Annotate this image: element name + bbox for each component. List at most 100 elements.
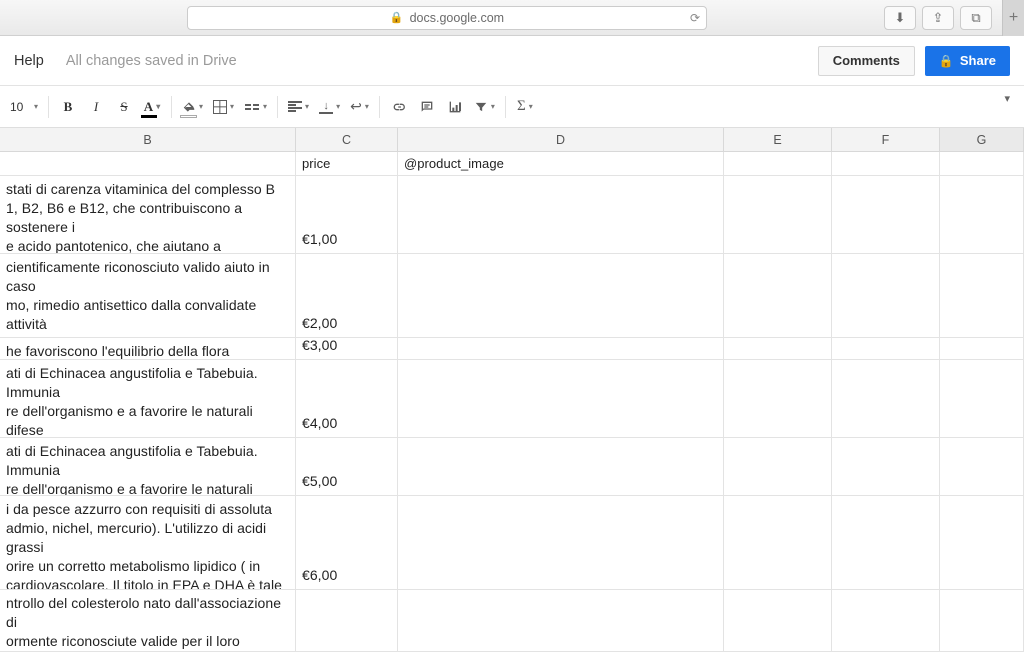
column-header-G[interactable]: G bbox=[940, 128, 1024, 151]
text-color-button[interactable]: A bbox=[139, 94, 165, 120]
lock-icon: 🔒 bbox=[939, 54, 954, 68]
cell-F[interactable] bbox=[832, 254, 940, 337]
text-wrap-button[interactable]: ↩ bbox=[346, 94, 373, 120]
align-left-icon bbox=[288, 101, 302, 113]
table-row: stati di carenza vitaminica del compless… bbox=[0, 176, 1024, 254]
cell-D[interactable]: @product_image bbox=[398, 152, 724, 175]
cell-C[interactable] bbox=[296, 590, 398, 651]
vertical-align-button[interactable] bbox=[315, 94, 344, 120]
cell-B[interactable]: stati di carenza vitaminica del compless… bbox=[0, 176, 296, 253]
table-row: price@product_image bbox=[0, 152, 1024, 176]
tab-overview-button[interactable]: ⧉ bbox=[960, 6, 992, 30]
bold-button[interactable]: B bbox=[55, 94, 81, 120]
cell-D[interactable] bbox=[398, 176, 724, 253]
cell-B[interactable]: ati di Echinacea angustifolia e Tabebuia… bbox=[0, 360, 296, 437]
cell-G[interactable] bbox=[940, 176, 1024, 253]
download-icon: ⬇ bbox=[895, 10, 906, 26]
cell-G[interactable] bbox=[940, 360, 1024, 437]
column-header-E[interactable]: E bbox=[724, 128, 832, 151]
table-row: ati di Echinacea angustifolia e Tabebuia… bbox=[0, 360, 1024, 438]
cell-text: stati di carenza vitaminica del compless… bbox=[6, 180, 289, 253]
cell-F[interactable] bbox=[832, 338, 940, 359]
fill-color-button[interactable] bbox=[178, 94, 207, 120]
filter-button[interactable] bbox=[470, 94, 499, 120]
cell-D[interactable] bbox=[398, 338, 724, 359]
cell-G[interactable] bbox=[940, 254, 1024, 337]
column-header-F[interactable]: F bbox=[832, 128, 940, 151]
cell-C[interactable]: €5,00 bbox=[296, 438, 398, 495]
borders-button[interactable] bbox=[209, 94, 238, 120]
cell-B[interactable]: he favoriscono l'equilibrio della flora … bbox=[0, 338, 296, 359]
cell-text: i da pesce azzurro con requisiti di asso… bbox=[6, 500, 289, 589]
cell-B[interactable]: cientificamente riconosciuto valido aiut… bbox=[0, 254, 296, 337]
insert-chart-button[interactable] bbox=[442, 94, 468, 120]
collapse-menus-icon[interactable]: ▾ bbox=[1004, 92, 1010, 105]
cell-B[interactable]: i da pesce azzurro con requisiti di asso… bbox=[0, 496, 296, 589]
cell-B[interactable] bbox=[0, 152, 296, 175]
column-header-D[interactable]: D bbox=[398, 128, 724, 151]
cell-F[interactable] bbox=[832, 152, 940, 175]
cell-F[interactable] bbox=[832, 176, 940, 253]
cell-C[interactable]: €1,00 bbox=[296, 176, 398, 253]
cell-E[interactable] bbox=[724, 338, 832, 359]
cell-text: €5,00 bbox=[302, 472, 337, 491]
cell-F[interactable] bbox=[832, 590, 940, 651]
help-menu[interactable]: Help bbox=[14, 53, 44, 69]
cell-C[interactable]: price bbox=[296, 152, 398, 175]
cell-G[interactable] bbox=[940, 438, 1024, 495]
table-row: ntrollo del colesterolo nato dall'associ… bbox=[0, 590, 1024, 652]
cell-D[interactable] bbox=[398, 496, 724, 589]
cell-D[interactable] bbox=[398, 360, 724, 437]
share-sheet-button[interactable]: ⇪ bbox=[922, 6, 954, 30]
column-header-row: B C D E F G bbox=[0, 128, 1024, 152]
cell-F[interactable] bbox=[832, 360, 940, 437]
cell-B[interactable]: ntrollo del colesterolo nato dall'associ… bbox=[0, 590, 296, 651]
cell-E[interactable] bbox=[724, 176, 832, 253]
table-row: he favoriscono l'equilibrio della flora … bbox=[0, 338, 1024, 360]
functions-button[interactable]: Σ bbox=[512, 94, 538, 120]
horizontal-align-button[interactable] bbox=[284, 94, 313, 120]
downloads-button[interactable]: ⬇ bbox=[884, 6, 916, 30]
cell-C[interactable]: €4,00 bbox=[296, 360, 398, 437]
column-header-B[interactable]: B bbox=[0, 128, 296, 151]
cell-E[interactable] bbox=[724, 360, 832, 437]
cell-E[interactable] bbox=[724, 496, 832, 589]
cell-G[interactable] bbox=[940, 496, 1024, 589]
tabs-icon: ⧉ bbox=[971, 10, 980, 26]
cell-D[interactable] bbox=[398, 254, 724, 337]
cell-text: €4,00 bbox=[302, 414, 337, 433]
cell-F[interactable] bbox=[832, 438, 940, 495]
cell-C[interactable]: €6,00 bbox=[296, 496, 398, 589]
cell-F[interactable] bbox=[832, 496, 940, 589]
cell-E[interactable] bbox=[724, 590, 832, 651]
reload-icon[interactable]: ⟳ bbox=[690, 11, 700, 25]
comments-button[interactable]: Comments bbox=[818, 46, 915, 76]
font-size-select[interactable]: 10 bbox=[6, 94, 42, 120]
cell-E[interactable] bbox=[724, 438, 832, 495]
column-header-C[interactable]: C bbox=[296, 128, 398, 151]
cell-G[interactable] bbox=[940, 590, 1024, 651]
table-row: cientificamente riconosciuto valido aiut… bbox=[0, 254, 1024, 338]
cell-C[interactable]: €3,00 bbox=[296, 338, 398, 359]
cell-D[interactable] bbox=[398, 438, 724, 495]
insert-comment-button[interactable] bbox=[414, 94, 440, 120]
cell-text: €6,00 bbox=[302, 566, 337, 585]
cell-E[interactable] bbox=[724, 254, 832, 337]
strikethrough-button[interactable]: S bbox=[111, 94, 137, 120]
paint-bucket-icon bbox=[182, 100, 196, 114]
cell-E[interactable] bbox=[724, 152, 832, 175]
spreadsheet-grid[interactable]: B C D E F G price@product_image stati di… bbox=[0, 128, 1024, 658]
cell-C[interactable]: €2,00 bbox=[296, 254, 398, 337]
cell-B[interactable]: ati di Echinacea angustifolia e Tabebuia… bbox=[0, 438, 296, 495]
insert-link-button[interactable] bbox=[386, 94, 412, 120]
italic-button[interactable]: I bbox=[83, 94, 109, 120]
share-button[interactable]: 🔒 Share bbox=[925, 46, 1010, 76]
link-icon bbox=[391, 99, 407, 115]
cell-G[interactable] bbox=[940, 338, 1024, 359]
cell-G[interactable] bbox=[940, 152, 1024, 175]
cell-D[interactable] bbox=[398, 590, 724, 651]
new-tab-button[interactable]: + bbox=[1002, 0, 1024, 36]
url-field[interactable]: 🔒 docs.google.com ⟳ bbox=[187, 6, 707, 30]
comments-label: Comments bbox=[833, 53, 900, 68]
merge-cells-button[interactable] bbox=[240, 94, 271, 120]
